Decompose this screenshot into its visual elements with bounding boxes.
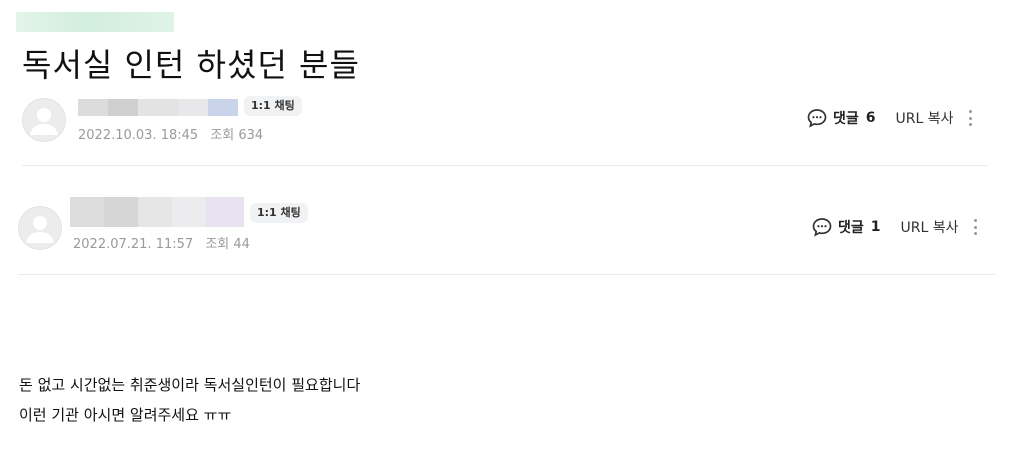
- default-profile-icon: [18, 206, 62, 250]
- post-actions: 댓글 1 URL 복사: [811, 216, 979, 238]
- avatar[interactable]: [22, 98, 66, 142]
- content-line-2: 이런 기관 아시면 알려주세요 ㅠㅠ: [19, 406, 232, 424]
- views-count: 634: [238, 128, 264, 143]
- content-line-1: 돈 없고 시간없는 취준생이라 독서실인턴이 필요합니다: [19, 376, 361, 394]
- vertical-ellipsis-icon[interactable]: [973, 217, 979, 237]
- default-profile-icon: [22, 98, 66, 142]
- comment-count[interactable]: 1: [871, 219, 881, 235]
- speech-bubble-icon[interactable]: [806, 107, 828, 129]
- views-label: 조회: [205, 237, 230, 252]
- vertical-ellipsis-icon[interactable]: [968, 108, 974, 128]
- chat-button[interactable]: 1:1 채팅: [244, 96, 302, 116]
- comment-link[interactable]: 댓글: [833, 108, 859, 128]
- chat-button[interactable]: 1:1 채팅: [250, 203, 308, 223]
- author-name-blurred[interactable]: [70, 197, 244, 227]
- post-date: 2022.07.21. 11:57: [73, 237, 194, 252]
- url-copy-button[interactable]: URL 복사: [901, 217, 959, 237]
- avatar[interactable]: [18, 206, 62, 250]
- post-meta: 2022.10.03. 18:45 조회 634: [78, 124, 263, 143]
- views-count: 44: [233, 237, 250, 252]
- url-copy-button[interactable]: URL 복사: [896, 108, 954, 128]
- comment-count[interactable]: 6: [866, 110, 876, 126]
- post-actions: 댓글 6 URL 복사: [806, 107, 974, 129]
- comment-link[interactable]: 댓글: [838, 217, 864, 237]
- divider: [22, 165, 988, 166]
- post-content: 돈 없고 시간없는 취준생이라 독서실인턴이 필요합니다 이런 기관 아시면 알…: [19, 370, 360, 430]
- author-name-blurred[interactable]: [78, 99, 238, 116]
- speech-bubble-icon[interactable]: [811, 216, 833, 238]
- page-title: 독서실 인턴 하셨던 분들: [22, 46, 360, 84]
- views-label: 조회: [210, 128, 235, 143]
- cafe-tag-blurred[interactable]: [16, 12, 174, 32]
- post-date: 2022.10.03. 18:45: [78, 128, 199, 143]
- post-meta: 2022.07.21. 11:57 조회 44: [73, 233, 250, 252]
- divider: [18, 274, 996, 275]
